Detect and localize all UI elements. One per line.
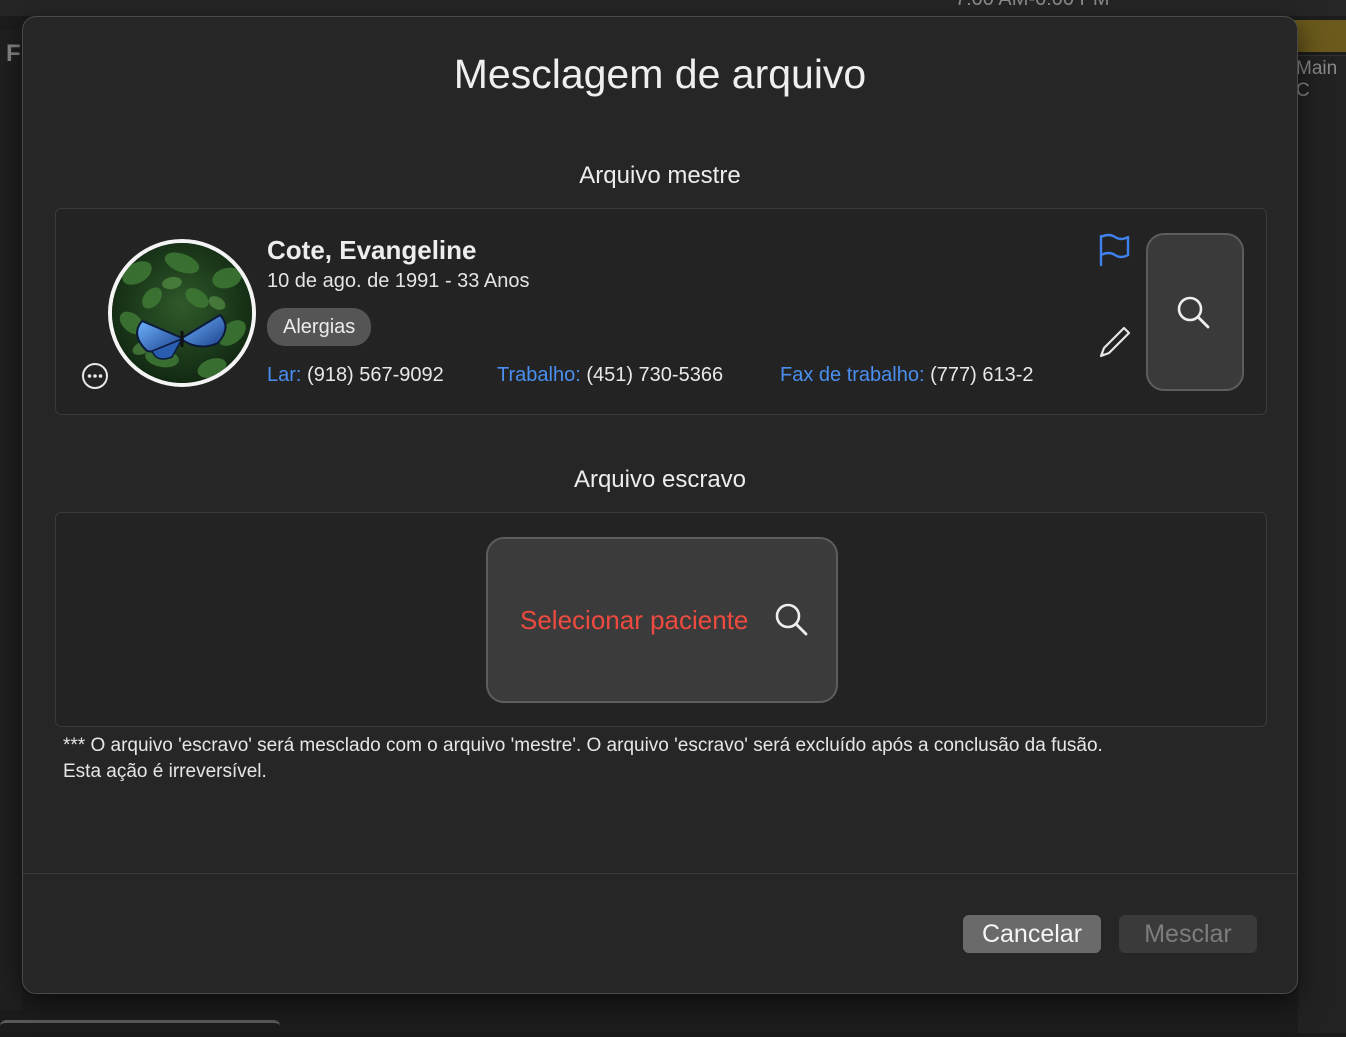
phone-home-value[interactable]: (918) 567-9092: [307, 364, 444, 386]
master-section-title: Arquivo mestre: [23, 162, 1297, 190]
select-patient-button[interactable]: Selecionar paciente: [486, 537, 838, 703]
file-merge-dialog: Mesclagem de arquivo Arquivo mestre: [22, 16, 1298, 994]
background-left-panel: [0, 30, 22, 1010]
search-icon: [1176, 295, 1210, 329]
phone-home-label: Lar:: [267, 364, 301, 386]
background-time-range: 7:00 AM-6:00 PM: [955, 0, 1110, 11]
background-right-label: Main C: [1296, 58, 1346, 102]
phone-work-value[interactable]: (451) 730-5366: [586, 364, 723, 386]
more-options-icon[interactable]: [81, 362, 109, 390]
patient-avatar: [108, 239, 256, 387]
merge-warning-note: *** O arquivo 'escravo' será mesclado co…: [63, 733, 1273, 785]
phone-home: Lar: (918) 567-9092: [267, 364, 444, 387]
master-file-panel: Cote, Evangeline 10 de ago. de 1991 - 33…: [55, 208, 1267, 415]
butterfly-photo: [112, 243, 252, 383]
merge-warning-line-1: *** O arquivo 'escravo' será mesclado co…: [63, 733, 1273, 759]
background-bottom-bar: [0, 1020, 280, 1037]
merge-warning-line-2: Esta ação é irreversível.: [63, 759, 1273, 785]
phone-list: Lar: (918) 567-9092 Trabalho: (451) 730-…: [267, 209, 1059, 409]
cancel-button[interactable]: Cancelar: [963, 915, 1101, 953]
slave-section-title: Arquivo escravo: [23, 466, 1297, 494]
phone-work-fax-value[interactable]: (777) 613-2: [930, 364, 1033, 386]
search-icon: [774, 602, 808, 636]
footer-divider: [23, 873, 1297, 874]
pencil-icon[interactable]: [1095, 324, 1133, 362]
background-toolbar: [0, 0, 1346, 16]
slave-file-panel: Selecionar paciente: [55, 512, 1267, 727]
flag-icon[interactable]: [1097, 233, 1131, 267]
dialog-title: Mesclagem de arquivo: [23, 51, 1297, 98]
phone-work-fax: Fax de trabalho: (777) 613-2: [780, 364, 1034, 387]
background-right-panel: [1298, 55, 1346, 1033]
phone-work-label: Trabalho:: [497, 364, 581, 386]
phone-work: Trabalho: (451) 730-5366: [497, 364, 723, 387]
merge-button[interactable]: Mesclar: [1119, 915, 1257, 953]
background-left-letter: F: [6, 40, 21, 68]
select-patient-label: Selecionar paciente: [520, 605, 748, 636]
phone-work-fax-label: Fax de trabalho:: [780, 364, 925, 386]
search-master-button[interactable]: [1146, 233, 1244, 391]
